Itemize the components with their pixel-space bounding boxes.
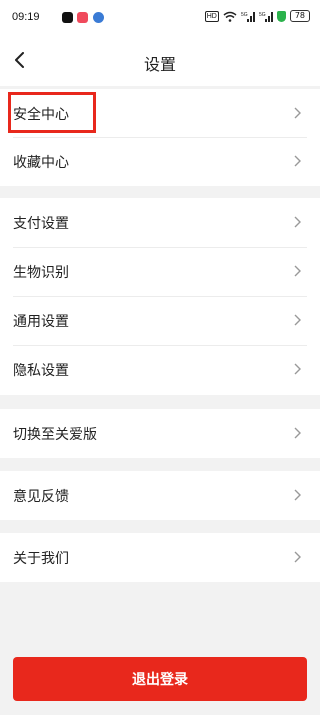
settings-group-2: 支付设置 生物识别 通用设置 隐私设置 <box>0 198 320 395</box>
app-icon-3 <box>93 12 104 23</box>
app-icon-2 <box>77 12 88 23</box>
menu-item-label: 切换至关爱版 <box>13 426 97 443</box>
chevron-right-icon <box>294 489 301 501</box>
menu-item-label: 隐私设置 <box>13 362 69 379</box>
menu-item-care-mode[interactable]: 切换至关爱版 <box>0 409 320 458</box>
highlight-box <box>8 92 96 133</box>
chevron-right-icon <box>294 155 301 167</box>
wifi-icon <box>223 11 237 22</box>
chevron-right-icon <box>294 427 301 439</box>
chevron-right-icon <box>294 107 301 119</box>
menu-item-payment-settings[interactable]: 支付设置 <box>0 198 320 247</box>
menu-item-label: 通用设置 <box>13 313 69 330</box>
svg-text:5G: 5G <box>259 12 266 18</box>
logout-button[interactable]: 退出登录 <box>13 657 307 701</box>
signal-icon: 5G <box>241 11 255 22</box>
app-icon-1 <box>62 12 73 23</box>
menu-item-label: 关于我们 <box>13 550 69 567</box>
hd-badge: HD <box>204 10 219 22</box>
status-time: 09:19 <box>12 11 40 23</box>
menu-item-biometrics[interactable]: 生物识别 <box>0 247 320 296</box>
nav-bar: 设置 <box>0 34 320 86</box>
chevron-right-icon <box>294 314 301 326</box>
settings-group-4: 意见反馈 <box>0 471 320 520</box>
battery-icon: 78 <box>289 10 310 22</box>
settings-group-5: 关于我们 <box>0 533 320 582</box>
menu-item-label: 支付设置 <box>13 215 69 232</box>
menu-item-label: 收藏中心 <box>13 154 69 171</box>
status-bar: 09:19 HD 5G 5G 78 <box>0 0 320 34</box>
svg-text:5G: 5G <box>241 12 248 18</box>
menu-item-label: 意见反馈 <box>13 488 69 505</box>
chevron-right-icon <box>294 363 301 375</box>
shield-icon <box>276 10 286 22</box>
chevron-right-icon <box>294 551 301 563</box>
menu-item-privacy-settings[interactable]: 隐私设置 <box>0 345 320 394</box>
menu-item-favorites-center[interactable]: 收藏中心 <box>0 137 320 186</box>
menu-item-label: 生物识别 <box>13 264 69 281</box>
settings-group-3: 切换至关爱版 <box>0 409 320 458</box>
chevron-right-icon <box>294 265 301 277</box>
menu-item-about-us[interactable]: 关于我们 <box>0 533 320 582</box>
menu-item-general-settings[interactable]: 通用设置 <box>0 296 320 345</box>
signal-icon: 5G <box>259 11 273 22</box>
menu-item-feedback[interactable]: 意见反馈 <box>0 471 320 520</box>
page-title: 设置 <box>143 55 176 74</box>
chevron-right-icon <box>294 216 301 228</box>
